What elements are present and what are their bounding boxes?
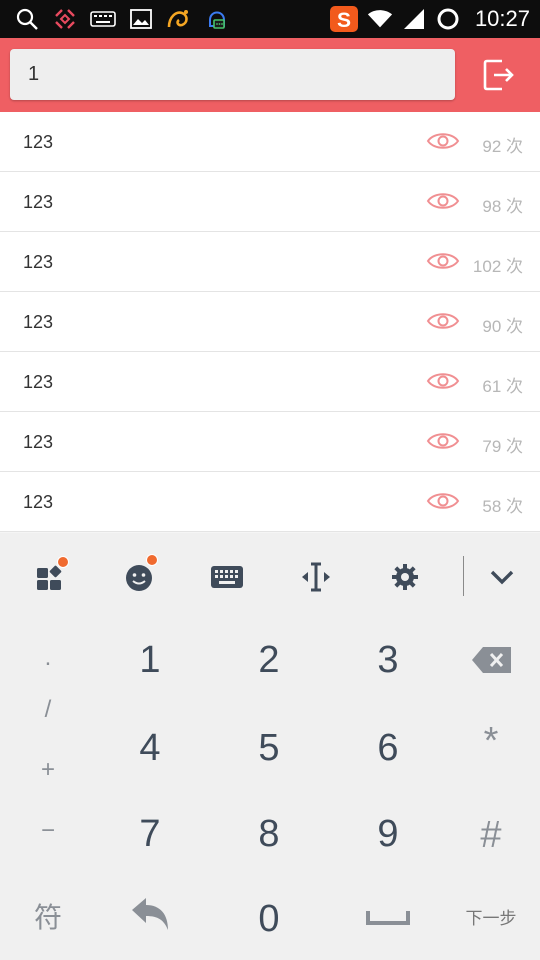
item-title: 123	[23, 252, 54, 272]
emoji-button[interactable]	[119, 554, 159, 597]
eye-icon	[426, 253, 460, 269]
view-count: 58 次	[482, 497, 523, 516]
space-icon	[366, 911, 410, 925]
collapse-icon	[490, 570, 514, 585]
apps-button[interactable]	[30, 556, 70, 597]
key-dot[interactable]: .	[28, 638, 68, 678]
view-count: 61 次	[482, 377, 523, 396]
undo-icon	[132, 898, 168, 930]
view-count: 98 次	[482, 197, 523, 216]
key-4[interactable]: 4	[110, 718, 190, 778]
search-icon	[14, 6, 40, 32]
cursor-button[interactable]	[296, 557, 336, 597]
key-asterisk[interactable]: *	[461, 711, 521, 771]
sogou-icon: S	[329, 5, 359, 33]
settings-button[interactable]	[385, 557, 425, 597]
next-step-button[interactable]: 下一步	[455, 901, 527, 931]
view-count: 102 次	[472, 257, 523, 276]
eye-icon	[426, 133, 460, 149]
clock: 10:27	[474, 6, 530, 31]
key-8[interactable]: 8	[229, 804, 309, 864]
key-1[interactable]: 1	[110, 630, 190, 690]
eye-icon	[426, 373, 460, 389]
eye-icon	[426, 433, 460, 449]
backspace-button[interactable]	[466, 641, 518, 679]
header-bar	[0, 38, 540, 112]
exit-button[interactable]	[478, 54, 520, 96]
emoji-icon	[126, 565, 152, 591]
space-button[interactable]	[362, 905, 414, 929]
exit-icon	[483, 59, 514, 91]
broken-link-icon	[52, 6, 78, 32]
eye-icon	[426, 493, 460, 509]
key-minus[interactable]: −	[28, 811, 68, 851]
item-title: 123	[23, 132, 54, 152]
keyboard-icon	[90, 6, 116, 32]
list-item[interactable]: 123 61 次	[0, 352, 540, 412]
key-3[interactable]: 3	[348, 630, 428, 690]
list-item[interactable]: 123 92 次	[0, 112, 540, 172]
keyboard-toolbar	[0, 533, 540, 619]
key-plus[interactable]: +	[28, 750, 68, 790]
keyboard-switch-button[interactable]	[207, 557, 247, 597]
signal-icon	[401, 6, 427, 32]
image-icon	[128, 6, 154, 32]
item-title: 123	[23, 492, 54, 512]
list-item[interactable]: 123 90 次	[0, 292, 540, 352]
item-title: 123	[23, 372, 54, 392]
settings-icon	[392, 564, 418, 590]
backspace-icon	[472, 647, 511, 673]
search-input[interactable]	[10, 49, 455, 100]
key-6[interactable]: 6	[348, 718, 428, 778]
eye-icon	[426, 193, 460, 209]
cursor-icon	[302, 562, 330, 592]
svg-text:S: S	[337, 9, 351, 32]
loading-icon	[435, 6, 461, 32]
key-hash[interactable]: #	[461, 805, 521, 865]
view-count: 90 次	[482, 317, 523, 336]
wifi-icon	[367, 6, 393, 32]
view-count: 79 次	[482, 437, 523, 456]
status-bar: S 10:27	[0, 0, 540, 38]
numeric-keyboard: . / + − 符 1 2 3 4 5 6 7 8 9 0 * # 下一步	[0, 533, 540, 960]
key-2[interactable]: 2	[229, 630, 309, 690]
uc-browser-icon	[166, 6, 192, 32]
keyboard-icon	[211, 566, 243, 588]
notification-badge	[57, 556, 69, 568]
item-title: 123	[23, 192, 54, 212]
toolbar-divider	[463, 556, 464, 596]
key-slash[interactable]: /	[28, 690, 68, 730]
key-0[interactable]: 0	[229, 889, 309, 949]
item-title: 123	[23, 312, 54, 332]
list-item[interactable]: 123 58 次	[0, 472, 540, 532]
list-item[interactable]: 123 98 次	[0, 172, 540, 232]
key-9[interactable]: 9	[348, 804, 428, 864]
qq-icon	[204, 6, 230, 32]
key-5[interactable]: 5	[229, 718, 309, 778]
key-symbols[interactable]: 符	[28, 896, 68, 936]
record-list: 123 92 次 123 98 次 123 102 次 123 90 次 123…	[0, 112, 540, 532]
list-item[interactable]: 123 79 次	[0, 412, 540, 472]
list-item[interactable]: 123 102 次	[0, 232, 540, 292]
item-title: 123	[23, 432, 54, 452]
notification-badge	[146, 554, 158, 566]
key-7[interactable]: 7	[110, 804, 190, 864]
undo-button[interactable]	[124, 893, 176, 937]
collapse-keyboard-button[interactable]	[482, 557, 522, 597]
view-count: 92 次	[482, 137, 523, 156]
search-box[interactable]	[10, 49, 455, 100]
eye-icon	[426, 313, 460, 329]
